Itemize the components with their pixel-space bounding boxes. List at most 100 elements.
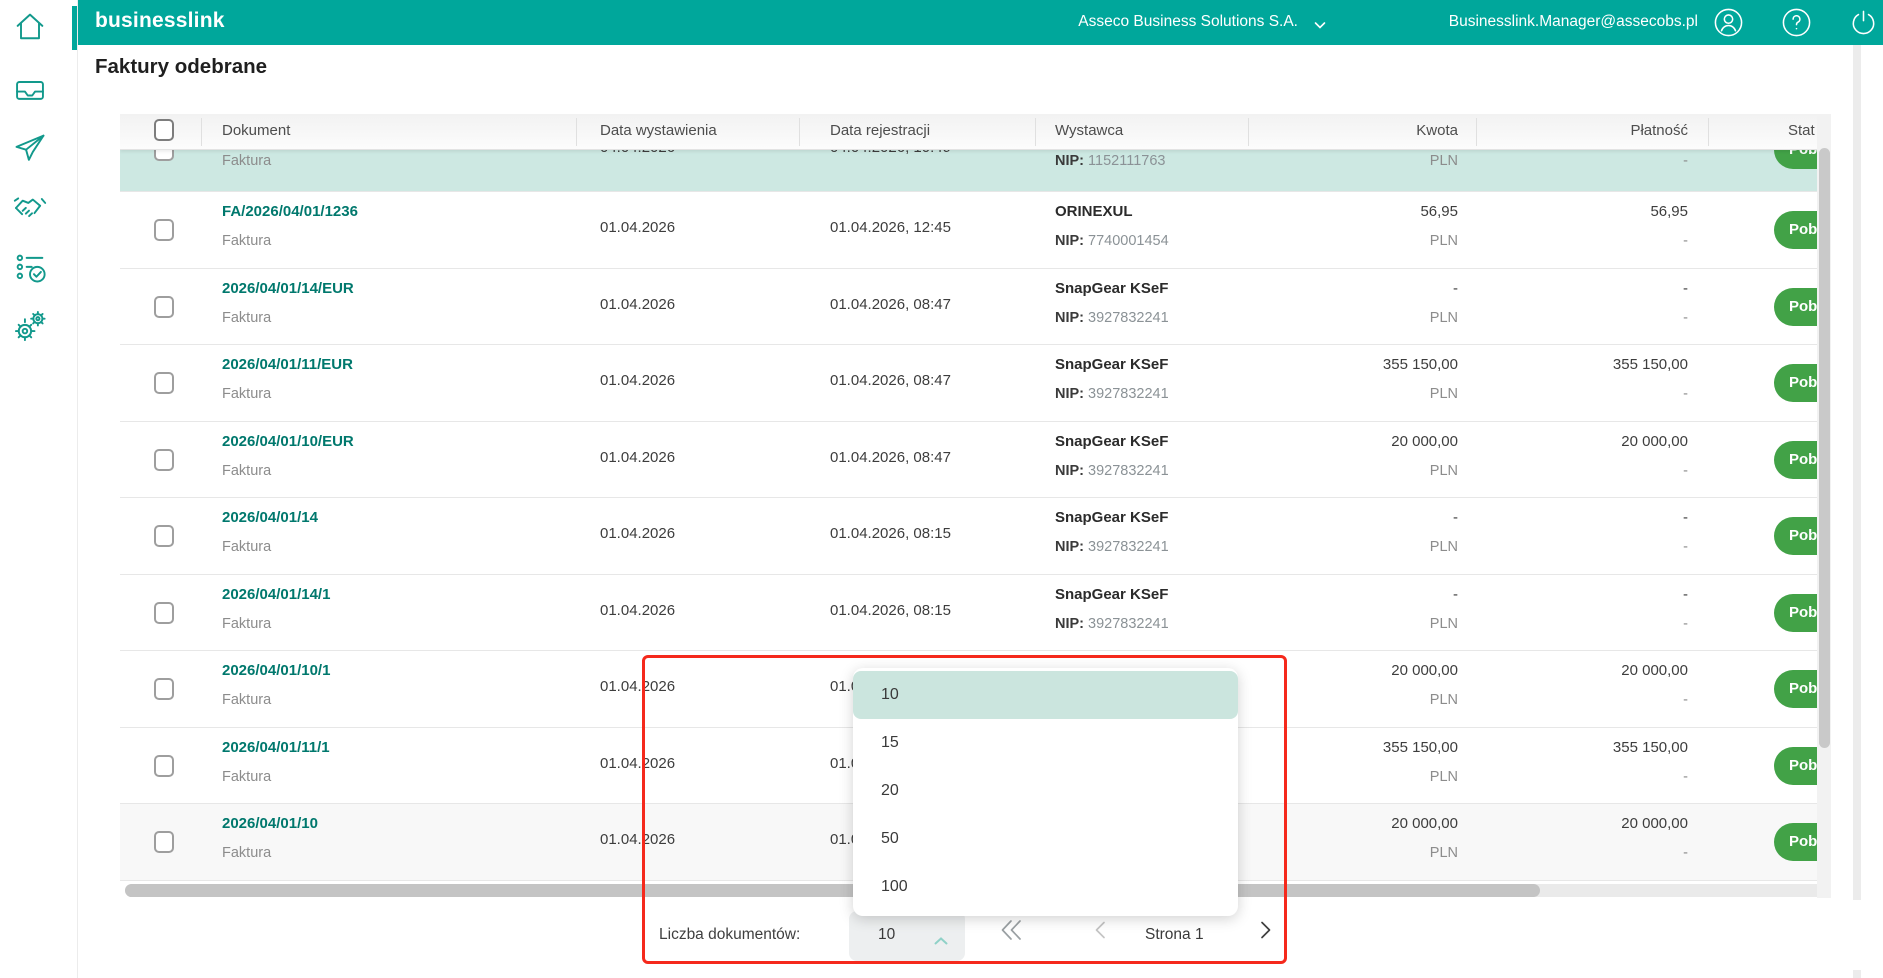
document-link[interactable]: 2026/04/01/10	[222, 815, 318, 832]
issue-date: 01.04.2026	[600, 372, 676, 389]
row-checkbox[interactable]	[154, 831, 174, 853]
amount-currency: PLN	[1429, 692, 1458, 708]
paper-plane-icon	[12, 134, 48, 170]
payment-value: -	[1683, 585, 1688, 603]
sidebar-item-tasks[interactable]	[12, 250, 52, 290]
nip-value: 3927832241	[1088, 462, 1169, 479]
issue-date: 01.04.2026	[600, 831, 676, 848]
document-type: Faktura	[222, 153, 272, 169]
table-row[interactable]: 2026/04/01/14/EUR Faktura 01.04.2026 01.…	[120, 269, 1820, 345]
window-scrollbar-track	[1853, 45, 1861, 978]
issue-date: 01.04.2026	[600, 295, 676, 313]
status-badge: Pobr	[1774, 211, 1820, 249]
document-link[interactable]: 2026/04/01/14/1	[222, 586, 330, 603]
page-size-option-50[interactable]: 50	[853, 815, 1238, 863]
sidebar-item-partners[interactable]	[12, 190, 52, 230]
column-header-data-wystawienia: Data wystawienia	[600, 122, 717, 139]
sidebar-item-send[interactable]	[12, 130, 52, 170]
registration-date: 01.04.2026, 08:47	[830, 295, 951, 313]
document-link[interactable]: 2026/04/01/11/1	[222, 739, 330, 756]
chevron-down-icon[interactable]	[1312, 17, 1328, 38]
issue-date: 01.04.2026	[600, 754, 676, 772]
issuer-nip: NIP: 3927832241	[1055, 386, 1169, 402]
sidebar-item-settings[interactable]	[12, 308, 52, 348]
column-header-kwota: Kwota	[1416, 122, 1458, 139]
page-size-option-10[interactable]: 10	[853, 671, 1238, 719]
table-row[interactable]: 2026/04/01/10/EUR Faktura 01.04.2026 01.…	[120, 422, 1820, 498]
amount-currency: PLN	[1429, 462, 1458, 479]
issuer-nip: NIP: 7740001454	[1055, 233, 1169, 249]
table-header: Dokument Data wystawienia Data rejestrac…	[120, 114, 1820, 150]
status-badge: Pobr	[1774, 440, 1820, 479]
registration-date: 01.04.2026, 08:47	[830, 372, 951, 389]
row-checkbox[interactable]	[154, 295, 174, 318]
status-badge: Pobr	[1774, 287, 1820, 326]
document-link[interactable]: 2026/04/01/14	[222, 509, 318, 526]
registration-date: 04.04.2026, 10:49	[830, 150, 951, 156]
status-badge: Pobr	[1774, 150, 1820, 169]
table-row[interactable]: 2026/04/01/11/EUR Faktura 01.04.2026 01.…	[120, 345, 1820, 422]
vertical-scrollbar-thumb[interactable]	[1818, 148, 1830, 748]
table-row[interactable]: 2026/04/01/14/1 Faktura 01.04.2026 01.04…	[120, 575, 1820, 651]
handshake-icon	[12, 197, 48, 230]
document-link[interactable]: 2026/04/01/14/EUR	[222, 280, 354, 297]
sidebar	[0, 0, 78, 978]
payment-secondary: -	[1683, 153, 1688, 169]
amount-value: 20 000,00	[1391, 432, 1458, 450]
issue-date: 04.04.2026	[600, 150, 675, 156]
status-badge: Pobr	[1774, 746, 1820, 785]
docs-count-label: Liczba dokumentów:	[659, 926, 801, 943]
horizontal-scrollbar-thumb[interactable]	[125, 884, 1540, 897]
document-type: Faktura	[222, 845, 272, 861]
row-checkbox[interactable]	[154, 372, 174, 394]
power-icon[interactable]	[1848, 7, 1879, 38]
vertical-scrollbar-track	[1817, 114, 1831, 898]
row-checkbox[interactable]	[154, 448, 174, 471]
document-link[interactable]: FA/2026/04/01/1236	[222, 203, 358, 220]
amount-value: 20 000,00	[1391, 662, 1458, 679]
document-link[interactable]: 2026/04/01/10/1	[222, 662, 330, 679]
column-header-status: Stat	[1788, 122, 1815, 139]
table-row[interactable]: Faktura 04.04.2026 04.04.2026, 10:49 NIP…	[120, 150, 1820, 192]
issue-date: 01.04.2026	[600, 678, 676, 695]
sidebar-item-inbox[interactable]	[12, 73, 52, 113]
gears-icon	[12, 310, 48, 348]
page-size-option-15[interactable]: 15	[853, 719, 1238, 767]
row-checkbox[interactable]	[154, 601, 174, 624]
first-page-button[interactable]	[997, 915, 1027, 945]
document-type: Faktura	[222, 309, 272, 326]
issue-date: 01.04.2026	[600, 448, 676, 466]
sidebar-item-home[interactable]	[12, 9, 52, 49]
company-selector[interactable]: Asseco Business Solutions S.A.	[1078, 13, 1298, 31]
issue-date: 01.04.2026	[600, 219, 676, 236]
row-checkbox[interactable]	[154, 678, 174, 700]
amount-value: -	[1453, 279, 1458, 297]
table-row[interactable]: FA/2026/04/01/1236 Faktura 01.04.2026 01…	[120, 192, 1820, 269]
issuer-name: SnapGear KSeF	[1055, 432, 1169, 450]
nip-value: 3927832241	[1088, 615, 1169, 632]
user-account-icon[interactable]	[1713, 7, 1744, 38]
row-checkbox[interactable]	[154, 525, 174, 547]
document-link[interactable]: 2026/04/01/11/EUR	[222, 356, 353, 373]
row-checkbox[interactable]	[154, 150, 174, 161]
row-checkbox[interactable]	[154, 219, 174, 241]
nip-label: NIP:	[1055, 153, 1089, 169]
page-size-select[interactable]: 10	[849, 911, 965, 961]
page-size-option-100[interactable]: 100	[853, 863, 1238, 911]
page-size-option-20[interactable]: 20	[853, 767, 1238, 815]
column-header-platnosc: Płatność	[1630, 122, 1688, 139]
nip-label: NIP:	[1055, 615, 1089, 632]
table-row[interactable]: 2026/04/01/14 Faktura 01.04.2026 01.04.2…	[120, 498, 1820, 575]
next-page-button[interactable]	[1250, 915, 1280, 945]
document-link[interactable]: 2026/04/01/10/EUR	[222, 433, 354, 450]
nip-label: NIP:	[1055, 539, 1089, 555]
amount-value: -	[1453, 509, 1458, 526]
help-icon[interactable]	[1781, 7, 1812, 38]
payment-secondary: -	[1683, 462, 1688, 479]
previous-page-button[interactable]	[1086, 915, 1116, 945]
status-badge: Pobr	[1774, 823, 1820, 861]
registration-date: 01.04.2026, 08:15	[830, 525, 951, 542]
payment-value: 20 000,00	[1621, 662, 1688, 679]
select-all-checkbox[interactable]	[154, 119, 174, 141]
row-checkbox[interactable]	[154, 754, 174, 777]
